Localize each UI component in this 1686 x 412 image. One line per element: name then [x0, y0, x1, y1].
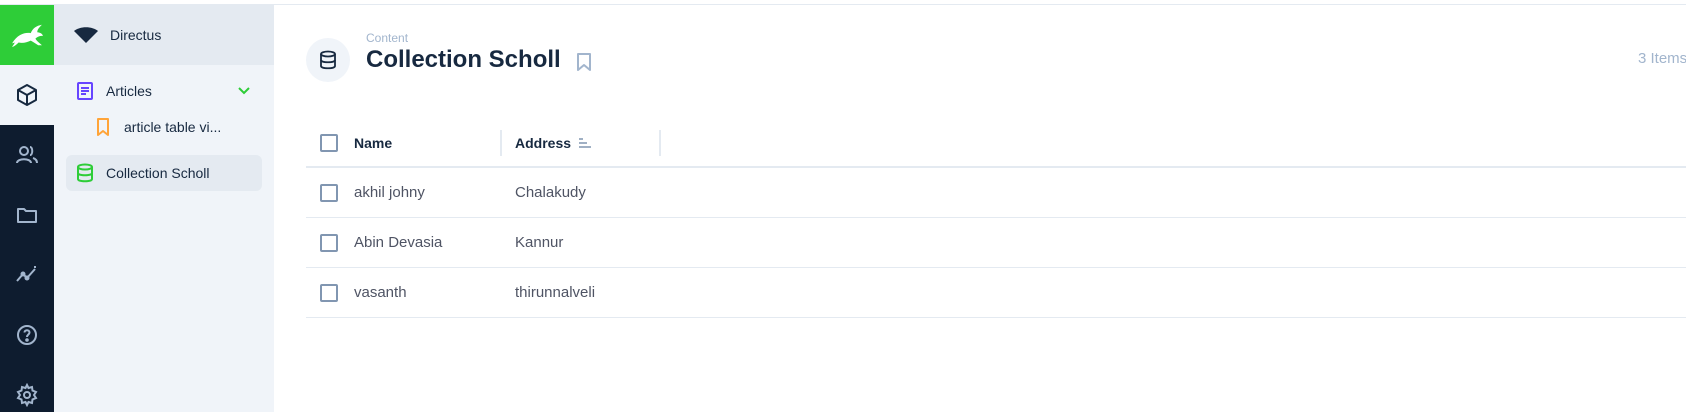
data-table: Name Address akhil johny Chalakudy Abin … — [306, 118, 1686, 318]
breadcrumb[interactable]: Content — [366, 31, 408, 45]
cell-address: Kannur — [515, 234, 564, 251]
cell-address: Chalakudy — [515, 184, 586, 201]
cell-name: vasanth — [354, 284, 407, 301]
table-row[interactable]: akhil johny Chalakudy — [306, 168, 1686, 218]
bookmark-button-icon[interactable] — [576, 52, 592, 72]
nav-item-bookmark[interactable]: article table vi... — [84, 109, 262, 145]
nav-item-collection-scholl[interactable]: Collection Scholl — [66, 155, 262, 191]
module-insights[interactable] — [0, 245, 54, 305]
nav-item-label: article table vi... — [124, 119, 222, 135]
table-header-row: Name Address — [306, 118, 1686, 168]
row-checkbox[interactable] — [320, 284, 338, 302]
database-icon — [320, 50, 336, 70]
cell-address: thirunnalveli — [515, 284, 596, 301]
gear-icon — [16, 383, 38, 407]
collection-header-icon — [306, 38, 350, 82]
rabbit-logo-icon — [12, 24, 43, 48]
cell-name: akhil johny — [354, 184, 425, 201]
nav-item-label: Articles — [106, 83, 152, 99]
module-users[interactable] — [0, 125, 54, 185]
folder-icon — [17, 208, 37, 223]
main-content: Content Collection Scholl 3 Items Name A… — [274, 5, 1686, 412]
column-resize-handle[interactable] — [659, 130, 661, 156]
row-checkbox[interactable] — [320, 184, 338, 202]
page-title: Collection Scholl — [366, 46, 561, 73]
insights-icon — [16, 266, 36, 282]
row-checkbox[interactable] — [320, 234, 338, 252]
select-all-checkbox[interactable] — [320, 134, 338, 152]
wifi-icon — [74, 27, 98, 43]
module-settings[interactable] — [0, 365, 54, 412]
app-window: Directus Articles article table vi... Co… — [0, 0, 1686, 412]
nav-item-label: Collection Scholl — [106, 165, 210, 181]
nav-item-articles[interactable]: Articles — [66, 73, 262, 109]
chevron-down-icon[interactable] — [236, 82, 252, 98]
help-icon — [17, 325, 37, 345]
column-header-address[interactable]: Address — [515, 135, 571, 151]
sort-icon[interactable] — [578, 137, 592, 149]
project-switcher[interactable]: Directus — [54, 5, 274, 65]
database-icon — [74, 162, 96, 184]
items-count: 3 Items — [1638, 50, 1686, 67]
table-row[interactable]: vasanth thirunnalveli — [306, 268, 1686, 318]
directus-logo[interactable] — [0, 5, 54, 65]
column-resize-handle[interactable] — [500, 130, 502, 156]
article-icon — [74, 80, 96, 102]
table-row[interactable]: Abin Devasia Kannur — [306, 218, 1686, 268]
project-name: Directus — [110, 27, 162, 43]
module-bar — [0, 5, 54, 412]
bookmark-icon — [92, 116, 114, 138]
module-files[interactable] — [0, 185, 54, 245]
module-content[interactable] — [0, 65, 54, 125]
cell-name: Abin Devasia — [354, 234, 443, 251]
navigation-panel: Directus Articles article table vi... Co… — [54, 5, 274, 412]
column-header-name[interactable]: Name — [354, 135, 392, 151]
module-help[interactable] — [0, 305, 54, 365]
box-icon — [17, 84, 37, 106]
users-icon — [16, 146, 38, 164]
